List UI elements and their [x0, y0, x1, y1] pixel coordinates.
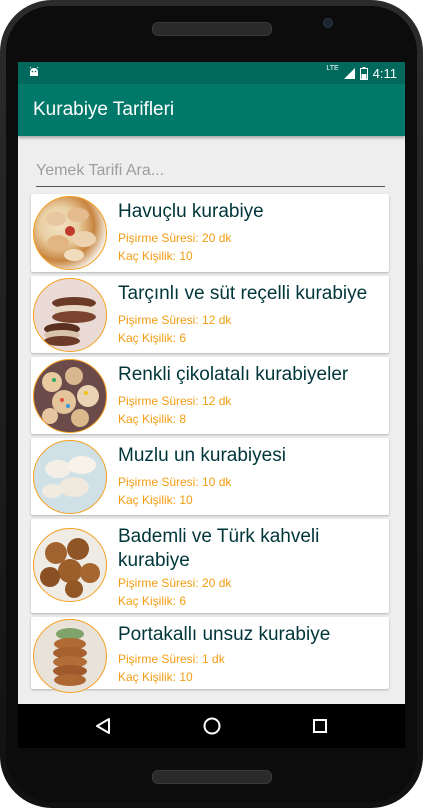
recents-button[interactable] [290, 704, 350, 748]
recipe-card[interactable]: Tarçınlı ve süt reçelli kurabiye Pişirme… [31, 276, 389, 353]
recipe-card[interactable]: Bademli ve Türk kahveli kurabiye Pişirme… [31, 519, 389, 613]
signal-icon [343, 67, 355, 79]
home-button[interactable] [182, 704, 242, 748]
recipe-image [33, 528, 107, 602]
servings: Kaç Kişilik: 6 [118, 594, 187, 608]
recipe-title: Tarçınlı ve süt reçelli kurabiye [118, 283, 368, 304]
cook-time: Pişirme Süresi: 12 dk [118, 394, 232, 408]
servings: Kaç Kişilik: 10 [118, 493, 193, 507]
orange-cookies-image [53, 628, 87, 686]
navigation-bar [18, 704, 405, 748]
recipe-title: Bademli ve Türk kahveli kurabiye [118, 526, 320, 571]
servings: Kaç Kişilik: 6 [118, 331, 187, 345]
top-speaker [152, 22, 272, 36]
back-button[interactable] [73, 704, 133, 748]
recipe-image [33, 359, 107, 433]
recipe-card[interactable]: Havuçlu kurabiye Pişirme Süresi: 20 dk K… [31, 194, 389, 272]
home-icon [203, 717, 221, 735]
search-field[interactable] [36, 158, 385, 187]
cook-time: Pişirme Süresi: 10 dk [118, 475, 232, 489]
recipe-card[interactable]: Portakallı unsuz kurabiye Pişirme Süresi… [31, 617, 389, 693]
recents-icon [313, 719, 327, 733]
chocolate-cookies-image [42, 367, 99, 427]
recipe-image [33, 278, 107, 352]
recipe-title: Havuçlu kurabiye [118, 201, 264, 222]
recipe-image [33, 196, 107, 270]
almond-coffee-cookies-image [40, 538, 100, 598]
servings: Kaç Kişilik: 10 [118, 249, 193, 263]
android-notification-icon [29, 66, 39, 76]
battery-icon [359, 66, 368, 80]
cinnamon-cookies-image [44, 297, 96, 346]
banana-cookies-image [42, 456, 96, 498]
carrot-cookies-image [46, 208, 96, 261]
servings: Kaç Kişilik: 8 [118, 412, 187, 426]
app-bar: Kurabiye Tarifleri [18, 84, 405, 136]
recipe-card[interactable]: Renkli çikolatalı kurabiyeler Pişirme Sü… [31, 357, 389, 434]
recipe-title: Portakallı unsuz kurabiye [118, 624, 331, 645]
cook-time: Pişirme Süresi: 20 dk [118, 231, 232, 245]
recipe-card[interactable]: Muzlu un kurabiyesi Pişirme Süresi: 10 d… [31, 438, 389, 515]
recipe-image [33, 619, 107, 693]
screen: LTE 4:11 Kurabiye Tarifleri Yemek Tarifi… [18, 62, 405, 704]
cook-time: Pişirme Süresi: 12 dk [118, 313, 232, 327]
bottom-speaker [152, 770, 272, 784]
servings: Kaç Kişilik: 10 [118, 670, 193, 684]
phone-frame: LTE 4:11 Kurabiye Tarifleri Yemek Tarifi… [0, 0, 423, 808]
status-bar: LTE 4:11 [18, 62, 405, 84]
recipe-image [33, 440, 107, 514]
back-icon [96, 718, 110, 734]
recipe-title: Muzlu un kurabiyesi [118, 445, 286, 466]
cook-time: Pişirme Süresi: 20 dk [118, 576, 232, 590]
search-input[interactable] [36, 162, 385, 180]
recipe-title: Renkli çikolatalı kurabiyeler [118, 364, 349, 385]
cook-time: Pişirme Süresi: 1 dk [118, 652, 225, 666]
app-title: Kurabiye Tarifleri [33, 99, 175, 120]
clock: 4:11 [372, 65, 397, 81]
network-type-label: LTE [326, 65, 339, 72]
front-camera [323, 18, 333, 28]
